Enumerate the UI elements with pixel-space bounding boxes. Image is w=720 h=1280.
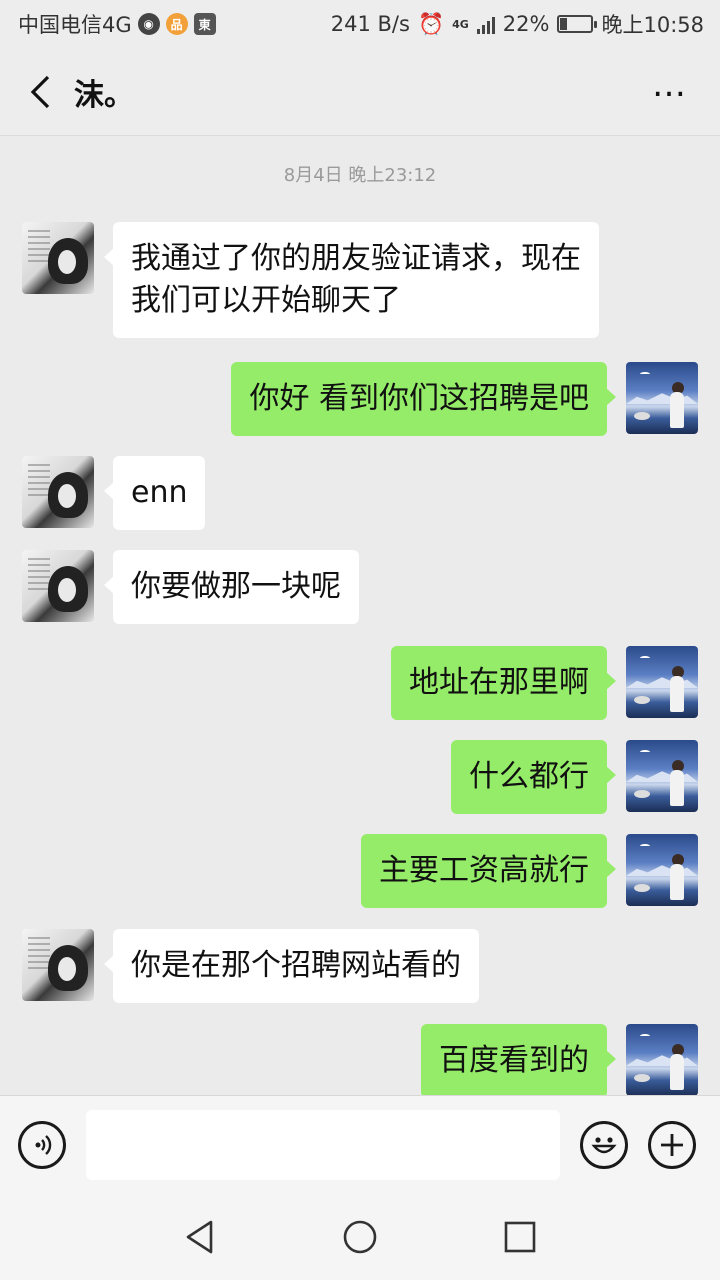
plus-button[interactable] xyxy=(648,1120,696,1169)
contact-avatar[interactable] xyxy=(22,929,94,1001)
chat-timestamp: 8月4日 晚上23:12 xyxy=(283,165,437,186)
input-bar xyxy=(0,1095,720,1193)
voice-button[interactable] xyxy=(18,1120,66,1169)
message-input[interactable] xyxy=(86,1109,560,1180)
sent-message-bubble[interactable]: 地址在那里啊 xyxy=(391,646,616,720)
page-title: 沫。 xyxy=(74,77,134,113)
more-button[interactable]: … xyxy=(640,68,700,116)
contact-avatar[interactable] xyxy=(22,550,94,622)
net-speed: 241 B/s xyxy=(330,12,410,36)
my-avatar[interactable] xyxy=(626,646,698,718)
alarm-icon: ⏰ xyxy=(417,11,445,36)
emoji-icon xyxy=(591,1136,617,1153)
my-avatar[interactable] xyxy=(626,834,698,906)
my-avatar[interactable] xyxy=(626,362,698,434)
app-notify-icon: 東 xyxy=(193,13,216,35)
triangle-back-icon xyxy=(186,1220,213,1253)
square-recent-icon xyxy=(504,1221,536,1252)
my-avatar[interactable] xyxy=(626,1024,698,1095)
status-left: 中国电信4G ◉ 品 東 xyxy=(18,9,216,39)
chat-area[interactable]: 8月4日 晚上23:12 我通过了你的朋友验证请求，现在 我们可以开始聊天了你好… xyxy=(0,137,720,1095)
status-right: 241 B/s ⏰ 4G 22% 晚上10:58 xyxy=(331,9,704,39)
plus-icon xyxy=(661,1133,683,1156)
contact-avatar[interactable] xyxy=(22,456,94,528)
back-button[interactable] xyxy=(20,72,60,112)
contact-avatar[interactable] xyxy=(22,222,94,294)
received-message-bubble[interactable]: 你要做那一块呢 xyxy=(104,550,359,624)
voice-icon xyxy=(35,1134,52,1155)
sent-message-bubble[interactable]: 百度看到的 xyxy=(421,1024,616,1095)
carrier-label: 中国电信4G xyxy=(18,13,132,37)
sent-message-bubble[interactable]: 主要工资高就行 xyxy=(361,834,616,908)
network-type: 4G xyxy=(452,17,469,31)
received-message-bubble[interactable]: enn xyxy=(103,456,206,530)
sent-message-bubble[interactable]: 什么都行 xyxy=(451,740,616,814)
signal-icon xyxy=(476,14,495,34)
chevron-left-icon xyxy=(30,75,50,108)
sent-message-bubble[interactable]: 你好 看到你们这招聘是吧 xyxy=(231,362,616,436)
status-bar: 中国电信4G ◉ 品 東 241 B/s ⏰ 4G 22% 晚上10:58 xyxy=(0,0,720,48)
my-avatar[interactable] xyxy=(626,740,698,812)
battery-percent: 22% xyxy=(502,12,550,36)
system-nav-bar xyxy=(0,1193,720,1280)
nav-home-button[interactable] xyxy=(280,1193,440,1280)
battery-icon xyxy=(557,15,598,33)
nav-recent-button[interactable] xyxy=(440,1193,600,1280)
nav-back-button[interactable] xyxy=(120,1193,280,1280)
app-badge-icon: 品 xyxy=(165,13,188,35)
globe-icon: ◉ xyxy=(137,13,160,35)
received-message-bubble[interactable]: 我通过了你的朋友验证请求，现在 我们可以开始聊天了 xyxy=(104,222,599,338)
received-message-bubble[interactable]: 你是在那个招聘网站看的 xyxy=(104,929,479,1003)
clock: 晚上10:58 xyxy=(601,13,704,37)
chat-header: 沫。 … xyxy=(0,48,720,136)
circle-home-icon xyxy=(343,1220,377,1253)
emoji-button[interactable] xyxy=(580,1120,628,1169)
